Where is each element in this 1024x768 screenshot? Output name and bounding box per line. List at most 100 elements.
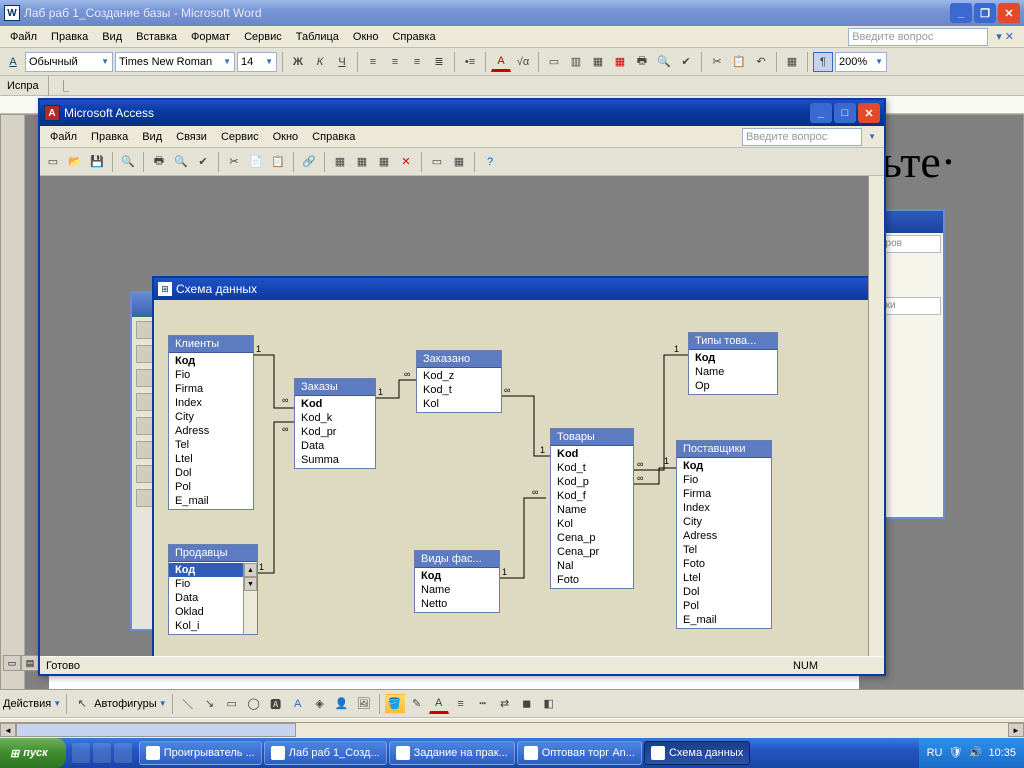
zoom-combo[interactable]: 200%▼ xyxy=(835,52,887,72)
oval-button[interactable]: ◯ xyxy=(244,694,264,714)
table-field[interactable]: Kol_i xyxy=(169,619,243,633)
access-menu-tools[interactable]: Сервис xyxy=(215,129,265,145)
table-field[interactable]: Kod_f xyxy=(551,489,633,503)
taskbar-button[interactable]: Схема данных xyxy=(644,741,750,765)
table-types[interactable]: Типы това... КодNameOp xyxy=(688,332,778,395)
table-field[interactable]: Код xyxy=(169,354,253,368)
table-field[interactable]: Foto xyxy=(551,573,633,587)
access-menu-help[interactable]: Справка xyxy=(306,129,361,145)
cut2-button[interactable]: ✂ xyxy=(224,152,244,172)
scroll-right-button[interactable]: ► xyxy=(1008,723,1024,737)
table-field[interactable]: Netto xyxy=(415,597,499,611)
table-button[interactable]: ▦ xyxy=(588,52,608,72)
autoshapes-menu[interactable]: Автофигуры xyxy=(94,698,157,710)
line-weight-button[interactable]: ≡ xyxy=(451,694,471,714)
chart-button[interactable]: ▦ xyxy=(610,52,630,72)
table-field[interactable]: E_mail xyxy=(677,613,771,627)
show-all-button[interactable]: ▦ xyxy=(374,152,394,172)
access-vscrollbar[interactable] xyxy=(868,176,884,656)
bold-button[interactable]: Ж xyxy=(288,52,308,72)
table-field[interactable]: Index xyxy=(677,501,771,515)
table-ordered[interactable]: Заказано Kod_zKod_tKol xyxy=(416,350,502,413)
insert-table-button[interactable]: ▦ xyxy=(782,52,802,72)
scroll-thumb[interactable] xyxy=(16,723,296,737)
system-tray[interactable]: RU 🛡 🔊 10:35 xyxy=(919,738,1024,768)
taskbar-button[interactable]: Проигрыватель ... xyxy=(139,741,262,765)
table-field[interactable]: Kod xyxy=(295,397,375,411)
table-field[interactable]: Dol xyxy=(169,466,253,480)
table-field[interactable]: Oklad xyxy=(169,605,243,619)
actions-menu[interactable]: Действия xyxy=(3,698,51,710)
clear-layout-button[interactable]: ✕ xyxy=(396,152,416,172)
access-help-question-box[interactable]: Введите вопрос xyxy=(742,128,862,146)
access-maximize-button[interactable]: □ xyxy=(834,103,856,123)
start-button[interactable]: ⊞ пуск xyxy=(0,738,66,768)
table-field[interactable]: Op xyxy=(689,379,777,393)
table-goods-header[interactable]: Товары xyxy=(551,429,633,446)
table-field[interactable]: Cena_p xyxy=(551,531,633,545)
access-menu-chevron-icon[interactable]: ▼ xyxy=(864,132,880,141)
tray-icon[interactable]: 🛡 xyxy=(948,746,962,760)
table-field[interactable]: City xyxy=(169,410,253,424)
menu-help[interactable]: Справка xyxy=(386,29,441,45)
scroll-track[interactable] xyxy=(16,723,1008,738)
arrow-button[interactable]: ↘ xyxy=(200,694,220,714)
table-field[interactable]: Код xyxy=(415,569,499,583)
show-table-button[interactable]: ▦ xyxy=(330,152,350,172)
align-center-button[interactable]: ≡ xyxy=(385,52,405,72)
access-menu-window[interactable]: Окно xyxy=(267,129,305,145)
new-object-button[interactable]: ▭ xyxy=(427,152,447,172)
table-suppliers-header[interactable]: Поставщики xyxy=(677,441,771,458)
table-field[interactable]: Dol xyxy=(677,585,771,599)
table-field[interactable]: Foto xyxy=(677,557,771,571)
table-field[interactable]: Kod_t xyxy=(551,461,633,475)
schema-title-bar[interactable]: ⊞ Схема данных xyxy=(154,278,870,300)
save-button[interactable]: 💾 xyxy=(87,152,107,172)
table-field[interactable]: Tel xyxy=(169,438,253,452)
new-button[interactable]: ▭ xyxy=(43,152,63,172)
tray-volume-icon[interactable]: 🔊 xyxy=(968,746,982,760)
table-suppliers[interactable]: Поставщики КодFioFirmaIndexCityAdressTel… xyxy=(676,440,772,629)
cut-button[interactable]: ✂ xyxy=(707,52,727,72)
italic-button[interactable]: К xyxy=(310,52,330,72)
menu-table[interactable]: Таблица xyxy=(290,29,345,45)
table-field[interactable]: Data xyxy=(169,591,243,605)
menu-format[interactable]: Формат xyxy=(185,29,236,45)
language-indicator[interactable]: RU xyxy=(927,747,943,759)
access-title-bar[interactable]: A Microsoft Access _ □ ✕ xyxy=(40,100,884,126)
menu-file[interactable]: Файл xyxy=(4,29,43,45)
table-field[interactable]: Код xyxy=(689,351,777,365)
align-justify-button[interactable]: ≣ xyxy=(429,52,449,72)
table-packs-header[interactable]: Виды фас... xyxy=(415,551,499,568)
table-field[interactable]: Name xyxy=(415,583,499,597)
table-field[interactable]: Kol xyxy=(551,517,633,531)
menu-view[interactable]: Вид xyxy=(96,29,128,45)
copy2-button[interactable]: 📄 xyxy=(246,152,266,172)
table-ordered-header[interactable]: Заказано xyxy=(417,351,501,368)
picture-button[interactable]: 🖼 xyxy=(354,694,374,714)
table-field[interactable]: Код xyxy=(169,563,243,577)
table-goods[interactable]: Товары KodKod_tKod_pKod_fNameKolCena_pCe… xyxy=(550,428,634,589)
access-menu-view[interactable]: Вид xyxy=(136,129,168,145)
print-button[interactable]: 🖶 xyxy=(632,52,652,72)
ql-icon[interactable] xyxy=(93,743,111,763)
minimize-button[interactable]: _ xyxy=(950,3,972,23)
bullets-button[interactable]: •≡ xyxy=(460,52,480,72)
table-types-header[interactable]: Типы това... xyxy=(689,333,777,350)
table-field[interactable]: Tel xyxy=(677,543,771,557)
ql-icon[interactable] xyxy=(114,743,132,763)
table-field[interactable]: Adress xyxy=(677,529,771,543)
fill-color-button[interactable]: 🪣 xyxy=(385,694,405,714)
table-field[interactable]: Nal xyxy=(551,559,633,573)
line-button[interactable]: ＼ xyxy=(178,694,198,714)
table-field[interactable]: Pol xyxy=(677,599,771,613)
table-field[interactable]: E_mail xyxy=(169,494,253,508)
table-orders[interactable]: Заказы KodKod_kKod_prDataSumma xyxy=(294,378,376,469)
menu-window[interactable]: Окно xyxy=(347,29,385,45)
table-field[interactable]: Kod_p xyxy=(551,475,633,489)
table-field[interactable]: Fio xyxy=(169,577,243,591)
restore-button[interactable]: ❐ xyxy=(974,3,996,23)
menu-insert[interactable]: Вставка xyxy=(130,29,183,45)
show-marks-button[interactable]: ¶ xyxy=(813,52,833,72)
preview2-button[interactable]: 🔍 xyxy=(171,152,191,172)
